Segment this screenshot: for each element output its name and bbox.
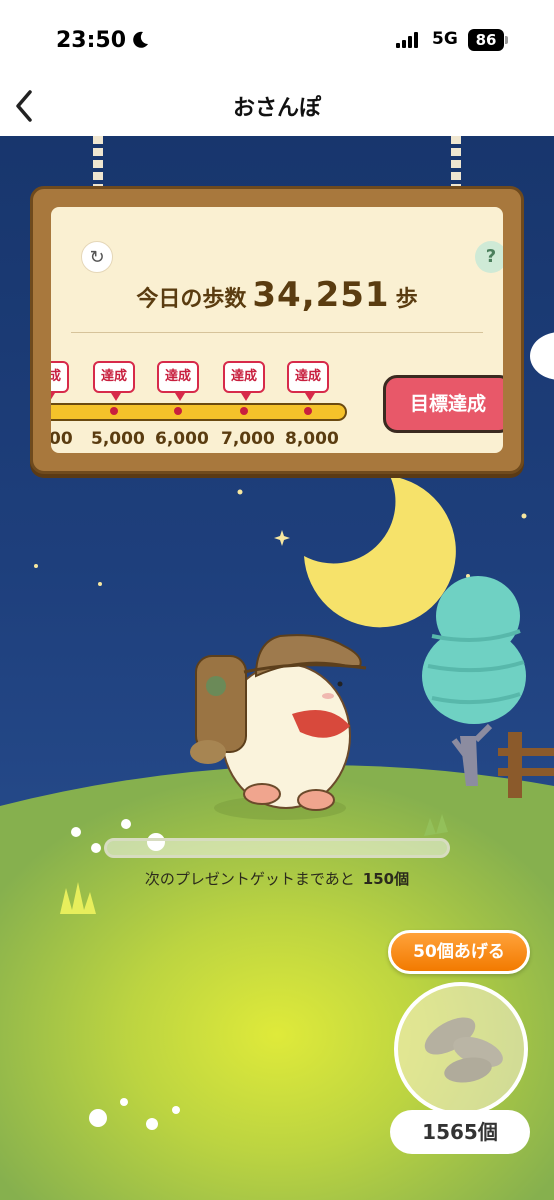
present-remaining: 150個 [362, 870, 410, 888]
tick-label: 6,000 [155, 429, 209, 449]
steps-progress-bar [51, 403, 347, 421]
milestone-badge: 達成 [51, 361, 69, 401]
signal-icon [396, 32, 418, 48]
battery-icon: 86 [468, 29, 504, 51]
nav-bar: おさんぽ [0, 80, 554, 136]
do-not-disturb-moon-icon [133, 31, 148, 48]
tick-label: 5,000 [91, 429, 145, 449]
walk-scene: ↻ ? 今日の歩数34,251歩 達成 達成 達成 達成 達成 00 5,000… [0, 136, 554, 1200]
milestone-marker [110, 407, 118, 415]
status-bar: 23:50 5G 86 [0, 0, 554, 80]
steps-value: 34,251 [252, 275, 390, 315]
status-time: 23:50 [56, 28, 127, 53]
present-progress-bar [104, 838, 450, 858]
refresh-icon[interactable]: ↻ [81, 241, 113, 273]
hanging-ropes [93, 136, 461, 192]
present-label: 次のプレゼントゲットまであと [144, 870, 355, 888]
divider [71, 332, 483, 333]
seed-count: 1565個 [390, 1110, 530, 1154]
give-seeds-button[interactable]: 50個あげる [388, 930, 530, 974]
battery-tip [505, 36, 508, 44]
steps-display: 今日の歩数 34,251 歩 [51, 275, 503, 315]
tick-label: 8,000 [285, 429, 339, 449]
goal-achieved-button[interactable]: 目標達成 [383, 375, 503, 433]
step-counter-board: ↻ ? 今日の歩数34,251歩 達成 達成 達成 達成 達成 00 5,000… [30, 186, 524, 474]
milestone-badge: 達成 [223, 361, 265, 401]
steps-unit: 歩 [395, 287, 418, 312]
seed-icon[interactable] [394, 982, 528, 1116]
milestone-marker [240, 407, 248, 415]
network-type: 5G [432, 29, 458, 49]
milestone-marker [174, 407, 182, 415]
milestone-badge: 達成 [157, 361, 199, 401]
help-icon[interactable]: ? [475, 241, 503, 273]
milestone-marker [304, 407, 312, 415]
milestone-badge: 達成 [287, 361, 329, 401]
steps-label: 今日の歩数 [136, 287, 247, 312]
board-panel: ↻ ? 今日の歩数34,251歩 達成 達成 達成 達成 達成 00 5,000… [51, 207, 503, 453]
page-title: おさんぽ [232, 96, 321, 121]
present-status: 次のプレゼントゲットまであと 150個 [0, 868, 554, 889]
crescent-moon [304, 476, 456, 628]
milestone-badge: 達成 [93, 361, 135, 401]
tick-label: 7,000 [221, 429, 275, 449]
tick-label: 00 [51, 429, 73, 449]
